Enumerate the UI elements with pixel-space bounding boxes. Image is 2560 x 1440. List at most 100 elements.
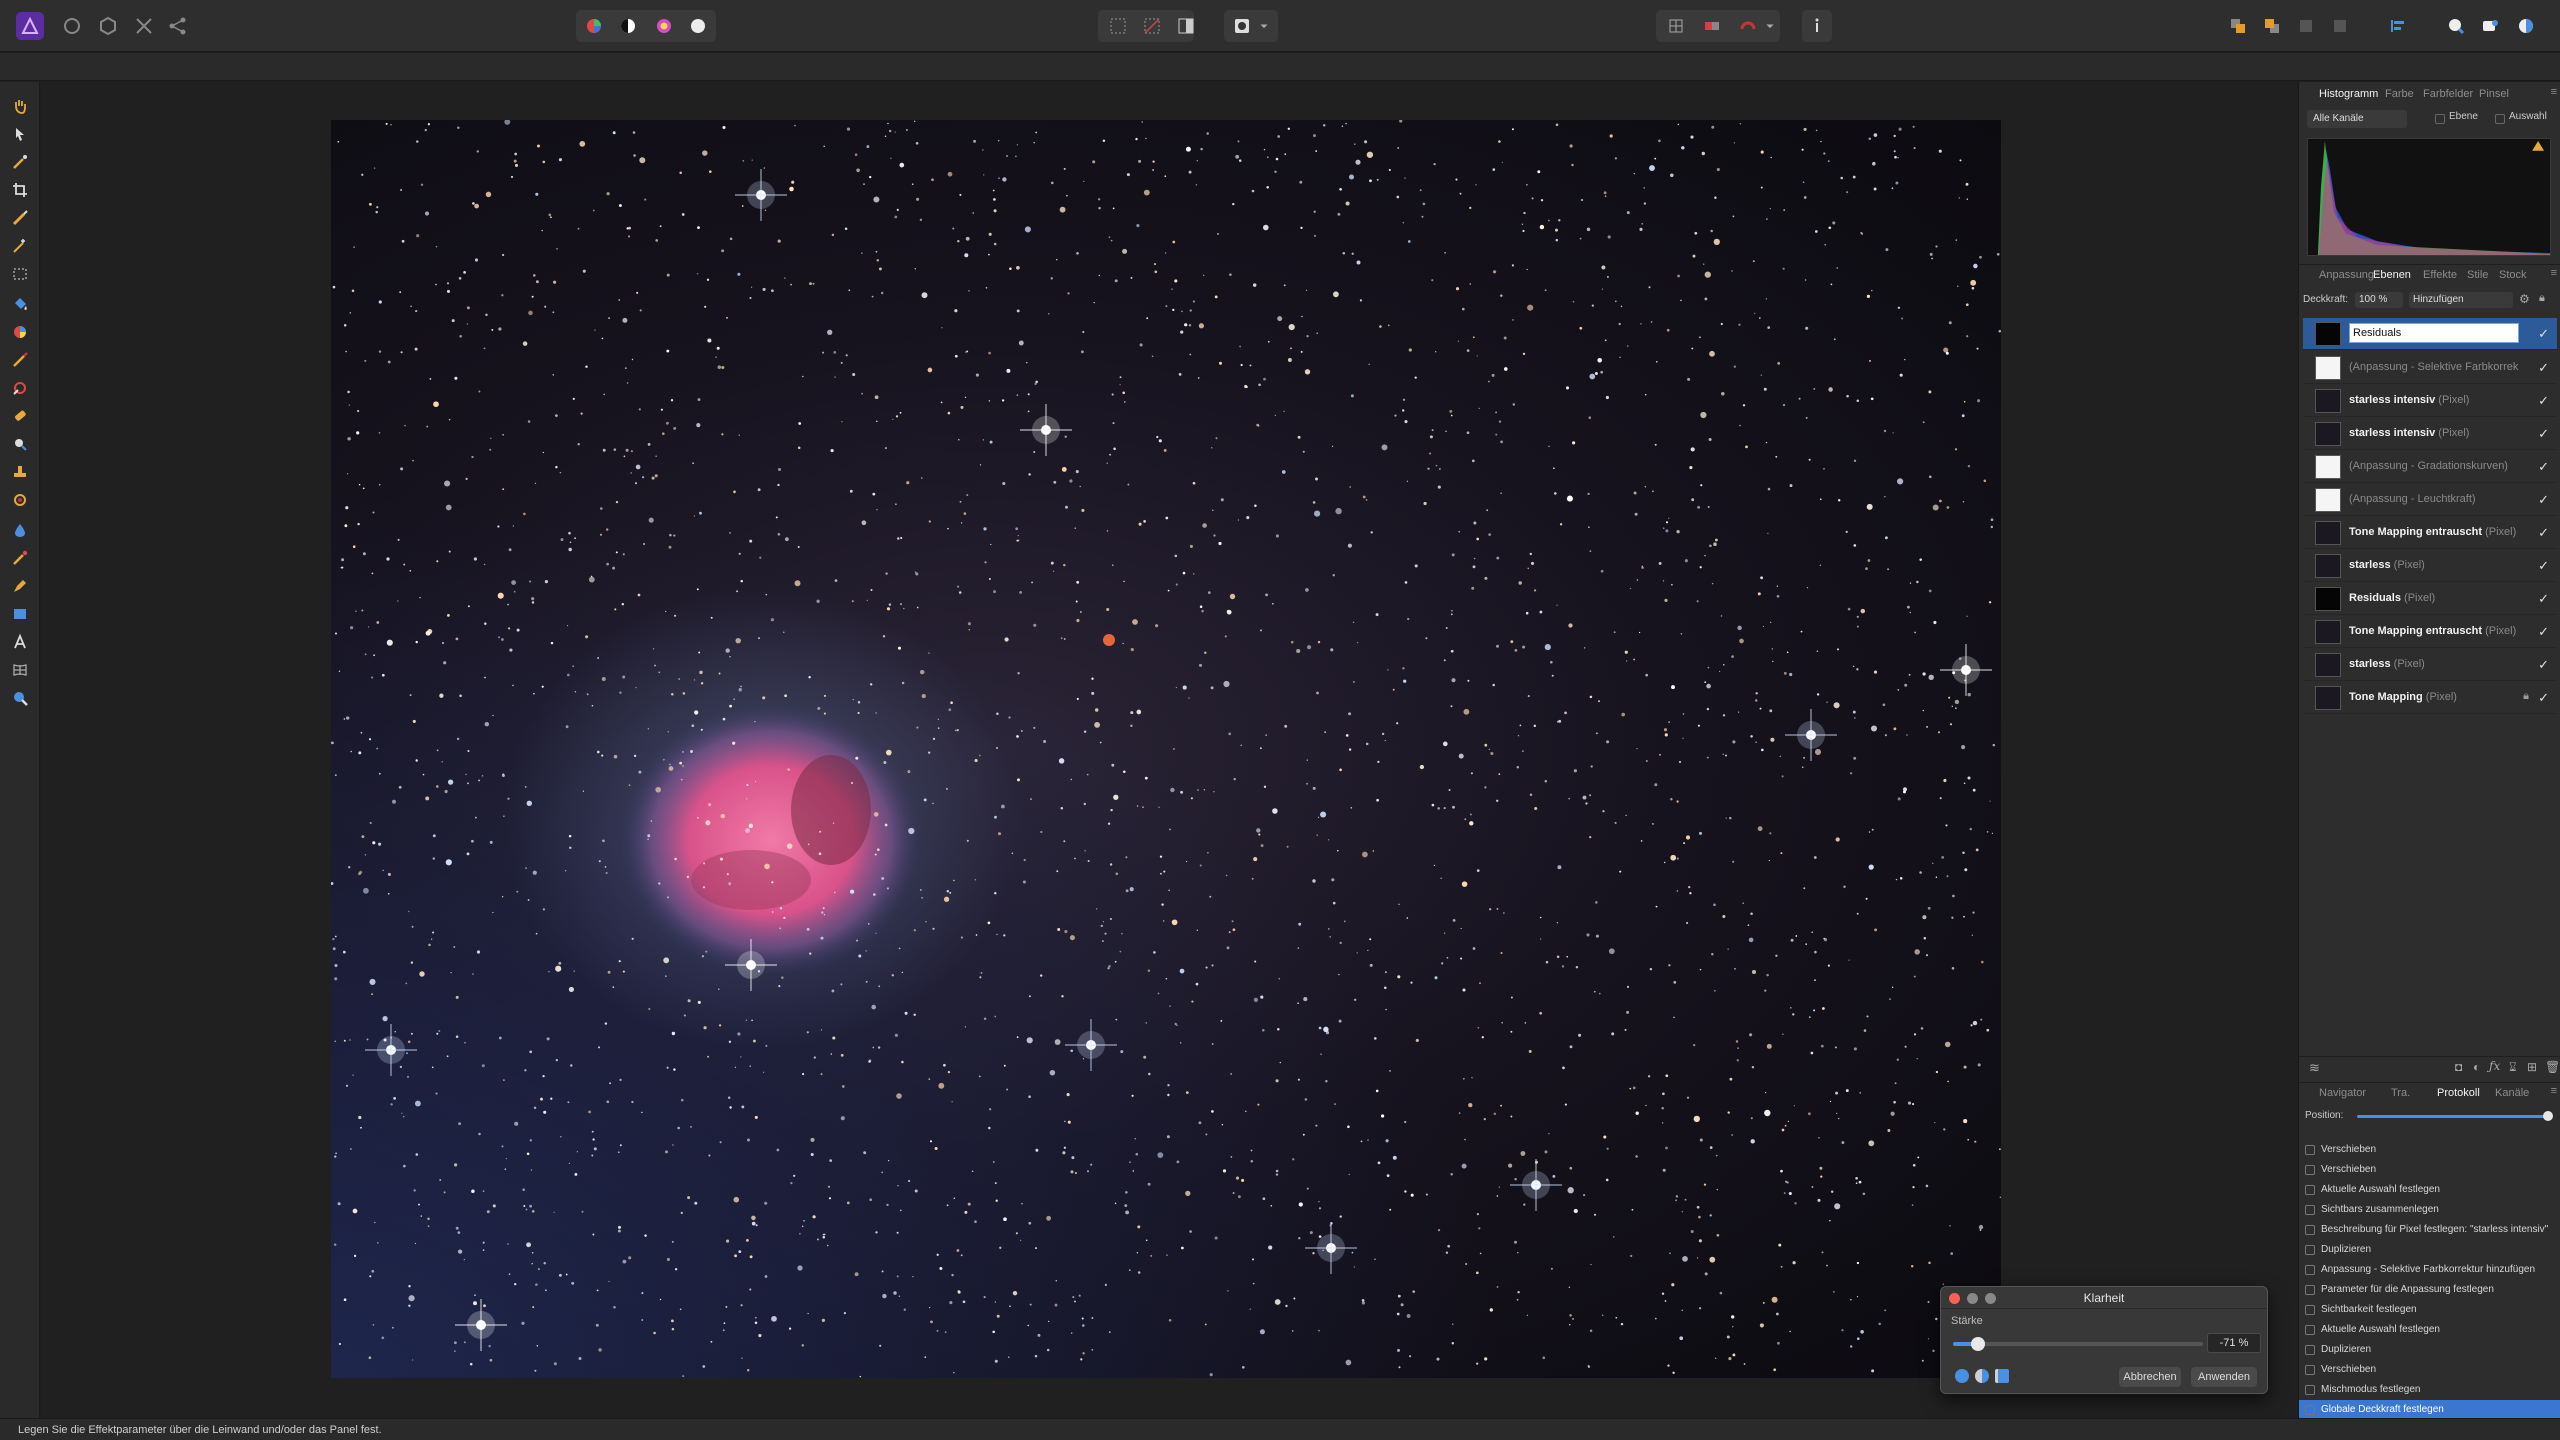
history-entry[interactable]: Anpassung - Selektive Farbkorrektur hinz… [2299, 1260, 2560, 1280]
layer-rename-input[interactable]: Residuals [2349, 323, 2519, 343]
select-all-icon[interactable] [1104, 12, 1132, 40]
astrophoto-image[interactable] [331, 120, 2001, 1378]
tab-navigator[interactable]: Navigator [2319, 1087, 2366, 1099]
tab-stock[interactable]: Stock [2499, 269, 2527, 281]
inpainting-brush-icon[interactable] [8, 404, 32, 428]
visibility-checkbox[interactable]: ✓ [2538, 459, 2549, 475]
move-tool-icon[interactable] [8, 122, 32, 146]
tab-swatches[interactable]: Farbfelder [2423, 88, 2473, 100]
history-entry[interactable]: Globale Deckkraft festlegen [2299, 1400, 2560, 1420]
info-icon[interactable] [1803, 12, 1831, 40]
history-entry[interactable]: Verschieben [2299, 1140, 2560, 1160]
mask-icon[interactable]: ◘ [2455, 1060, 2462, 1074]
auto-colors-icon[interactable] [650, 12, 678, 40]
lock-icon[interactable]: 🔒︎ [2539, 292, 2545, 305]
fx-icon[interactable]: ƒx [2489, 1059, 2500, 1073]
visibility-checkbox[interactable]: ✓ [2538, 558, 2549, 574]
red-eye-tool-icon[interactable] [8, 488, 32, 512]
history-entry[interactable]: Beschreibung für Pixel festlegen: "starl… [2299, 1220, 2560, 1240]
clone-stamp-icon[interactable] [8, 460, 32, 484]
export-persona-icon[interactable] [164, 12, 192, 40]
visibility-checkbox[interactable]: ✓ [2538, 624, 2549, 640]
grid-icon[interactable] [1662, 12, 1690, 40]
opacity-field[interactable]: 100 % [2355, 292, 2403, 308]
layers-stack-icon[interactable]: ≋ [2309, 1060, 2320, 1076]
history-entry[interactable]: Parameter für die Anpassung festlegen [2299, 1280, 2560, 1300]
layer-row-selected[interactable]: Residuals ✓ [2303, 318, 2557, 350]
gradient-tool-icon[interactable] [8, 320, 32, 344]
tone-mapping-persona-icon[interactable] [130, 12, 158, 40]
develop-persona-icon[interactable] [58, 12, 86, 40]
slider-knob[interactable] [1971, 1337, 1985, 1351]
color-picker-tool-icon[interactable] [8, 150, 32, 174]
flood-fill-icon[interactable] [8, 292, 32, 316]
layer-row[interactable]: (Anpassung - Leuchtkraft) ✓ [2303, 484, 2557, 516]
split-view-icon[interactable] [1698, 12, 1726, 40]
panel-menu-icon[interactable]: ≡ [2551, 1085, 2557, 1097]
hand-tool-icon[interactable] [8, 94, 32, 118]
tab-adjustments[interactable]: Anpassung [2319, 269, 2374, 281]
align-icon[interactable] [2384, 12, 2412, 40]
tab-styles[interactable]: Stile [2467, 269, 2488, 281]
visibility-checkbox[interactable]: ✓ [2538, 657, 2549, 673]
blend-mode-select[interactable]: Hinzufügen [2409, 292, 2513, 308]
app-logo-icon[interactable] [16, 12, 44, 40]
tab-channels[interactable]: Kanäle [2495, 1087, 2529, 1099]
invert-selection-icon[interactable] [1172, 12, 1200, 40]
auto-levels-icon[interactable] [580, 12, 608, 40]
visibility-checkbox[interactable]: ✓ [2538, 525, 2549, 541]
history-entry[interactable]: Aktuelle Auswahl festlegen [2299, 1180, 2560, 1200]
visibility-checkbox[interactable]: ✓ [2538, 426, 2549, 442]
tab-history[interactable]: Protokoll [2437, 1087, 2480, 1099]
strength-slider[interactable] [1953, 1337, 2203, 1351]
paint-brush-icon[interactable] [8, 348, 32, 372]
visibility-checkbox[interactable]: ✓ [2538, 690, 2549, 706]
tab-brushes[interactable]: Pinsel [2479, 88, 2509, 100]
history-entry[interactable]: Verschieben [2299, 1160, 2560, 1180]
layer-checkbox[interactable] [2435, 114, 2445, 124]
quick-mask-icon[interactable] [1228, 12, 1256, 40]
adjustment-icon[interactable]: ◐ [2473, 1060, 2480, 1074]
mesh-warp-icon[interactable] [8, 658, 32, 682]
canvas-area[interactable] [41, 82, 2297, 1418]
lock-icon[interactable]: 🔒︎ [2523, 690, 2529, 703]
visibility-checkbox[interactable]: ✓ [2538, 360, 2549, 376]
snapping-magnet-icon[interactable] [1734, 12, 1762, 40]
tab-histogram[interactable]: Histogramm [2319, 88, 2378, 100]
panel-menu-icon[interactable]: ≡ [2551, 267, 2557, 279]
blemish-tool-icon[interactable] [8, 432, 32, 456]
position-slider[interactable] [2357, 1111, 2553, 1121]
dodge-brush-icon[interactable] [8, 376, 32, 400]
layer-row[interactable]: starless intensiv (Pixel) ✓ [2303, 418, 2557, 450]
channel-select[interactable]: Alle Kanäle [2307, 110, 2407, 128]
tab-color[interactable]: Farbe [2385, 88, 2414, 100]
arrange-disabled-icon[interactable] [2292, 12, 2320, 40]
rectangle-tool-icon[interactable] [8, 602, 32, 626]
history-entry[interactable]: Mischmodus festlegen [2299, 1380, 2560, 1400]
liquify-persona-icon[interactable] [94, 12, 122, 40]
auto-contrast-icon[interactable] [614, 12, 642, 40]
strength-value-field[interactable]: -71 % [2207, 1333, 2261, 1353]
visibility-checkbox[interactable]: ✓ [2538, 393, 2549, 409]
chevron-down-icon[interactable] [1762, 12, 1778, 40]
marquee-tool-icon[interactable] [8, 262, 32, 286]
layer-row[interactable]: Tone Mapping entrauscht (Pixel) ✓ [2303, 616, 2557, 648]
pen-tool-icon[interactable] [8, 574, 32, 598]
history-entry[interactable]: Duplizieren [2299, 1240, 2560, 1260]
mirror-preview-icon[interactable] [1995, 1369, 2009, 1383]
studio-icon[interactable] [2512, 12, 2540, 40]
hourglass-icon[interactable]: ⌛︎ [2509, 1060, 2517, 1075]
preview-icon[interactable] [1955, 1369, 1969, 1383]
trash-icon[interactable]: 🗑︎ [2545, 1060, 2560, 1074]
layer-row[interactable]: Tone Mapping (Pixel) 🔒︎ ✓ [2303, 682, 2557, 714]
tab-layers[interactable]: Ebenen [2373, 269, 2411, 281]
layer-row[interactable]: (Anpassung - Selektive Farbkorrek ✓ [2303, 352, 2557, 384]
selection-checkbox[interactable] [2495, 114, 2505, 124]
visibility-checkbox[interactable]: ✓ [2538, 492, 2549, 508]
layer-row[interactable]: starless (Pixel) ✓ [2303, 550, 2557, 582]
auto-white-balance-icon[interactable] [684, 12, 712, 40]
crop-tool-icon[interactable] [8, 178, 32, 202]
position-knob[interactable] [2543, 1111, 2553, 1121]
text-tool-icon[interactable] [8, 630, 32, 654]
smudge-brush-icon[interactable] [8, 546, 32, 570]
